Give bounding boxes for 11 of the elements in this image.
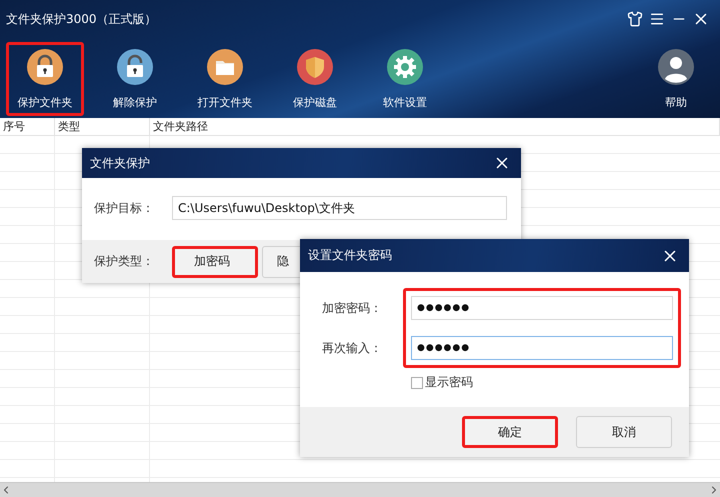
dialog-title: 文件夹保护 bbox=[90, 154, 150, 172]
column-header: 类型 bbox=[55, 118, 150, 135]
field-label: 保护类型： bbox=[94, 253, 155, 270]
window-title: 文件夹保护3000（正式版） bbox=[6, 10, 158, 28]
field-label: 保护目标： bbox=[94, 200, 155, 217]
field-label: 再次输入： bbox=[322, 340, 383, 357]
field-label: 加密密码： bbox=[322, 300, 383, 317]
dialog-title: 设置文件夹密码 bbox=[308, 247, 392, 264]
column-header: 序号 bbox=[0, 118, 55, 135]
checkbox-label: 显示密码 bbox=[425, 374, 473, 391]
column-header: 文件夹路径 bbox=[150, 118, 720, 135]
